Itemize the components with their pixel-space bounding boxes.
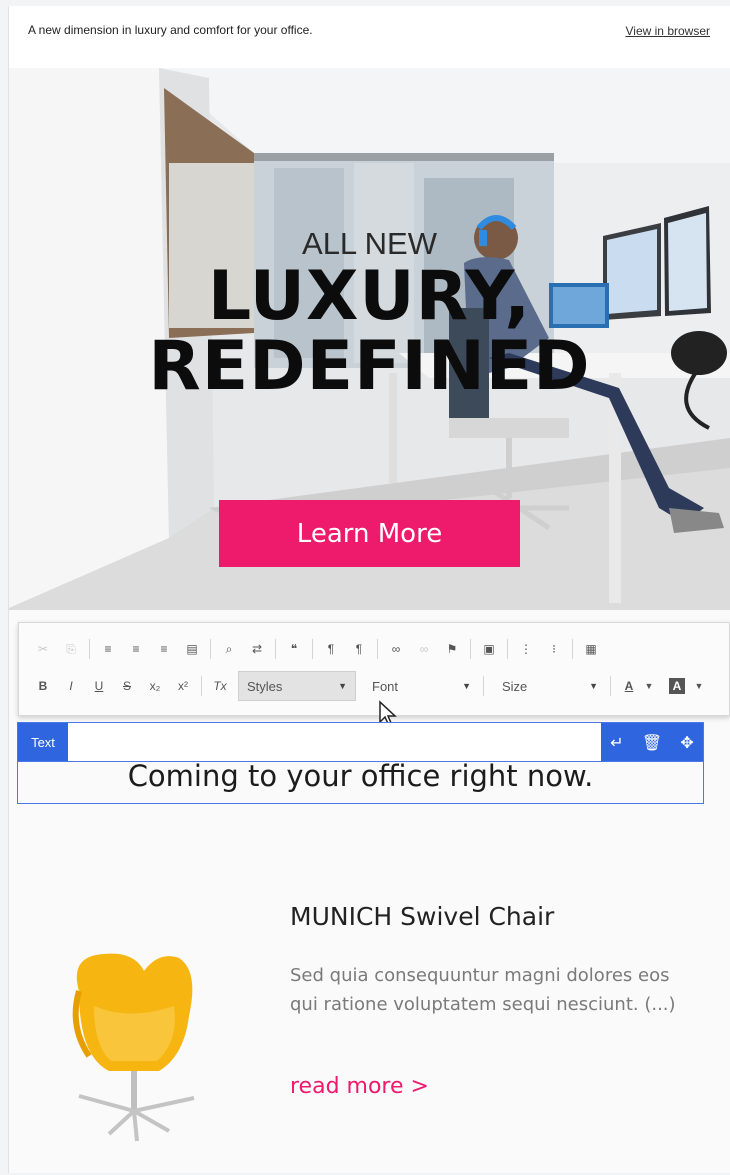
chevron-down-icon: ▼ bbox=[338, 681, 347, 691]
bulleted-list-icon[interactable]: ⁝ bbox=[540, 635, 568, 663]
subscript-button[interactable]: x₂ bbox=[141, 672, 169, 700]
toolbar-separator bbox=[470, 639, 471, 659]
rtl-icon[interactable]: ¶ bbox=[345, 635, 373, 663]
table-icon[interactable]: ▦ bbox=[577, 635, 605, 663]
product-title: MUNICH Swivel Chair bbox=[290, 902, 555, 931]
learn-more-button[interactable]: Learn More bbox=[219, 500, 520, 567]
text-block-actions: ↵ 🗑 ✥ bbox=[601, 723, 703, 761]
font-dropdown-label: Font bbox=[372, 678, 399, 694]
font-dropdown[interactable]: Font ▼ bbox=[364, 671, 479, 701]
toolbar-separator bbox=[210, 639, 211, 659]
preheader-tagline: A new dimension in luxury and comfort fo… bbox=[28, 23, 313, 37]
align-justify-icon[interactable]: ▤ bbox=[178, 635, 206, 663]
clear-format-button[interactable]: Tx bbox=[206, 672, 234, 700]
toolbar-separator bbox=[201, 676, 202, 696]
hero-banner[interactable]: ALL NEW LUXURY, REDEFINED Learn More bbox=[9, 68, 730, 610]
text-block[interactable]: Text ↵ 🗑 ✥ Coming to your office right n… bbox=[17, 722, 704, 804]
product-block[interactable]: MUNICH Swivel Chair Sed quia consequuntu… bbox=[9, 812, 730, 1173]
rich-text-toolbar: ✂ ⎘ ≡ ≡ ≡ ▤ ⌕ ⇄ ❝ ¶ ¶ ∞ ∞ ⚑ ▣ ⋮ ⁝ ▦ B I … bbox=[18, 622, 730, 716]
superscript-button[interactable]: x² bbox=[169, 672, 197, 700]
hero-headline-line1: LUXURY, bbox=[207, 257, 532, 336]
blockquote-icon[interactable]: ❝ bbox=[280, 635, 308, 663]
find-icon[interactable]: ⌕ bbox=[215, 635, 243, 663]
link-icon[interactable]: ∞ bbox=[382, 635, 410, 663]
background-color-button[interactable]: A bbox=[669, 678, 685, 694]
toolbar-separator bbox=[507, 639, 508, 659]
toolbar-separator bbox=[89, 639, 90, 659]
ltr-icon[interactable]: ¶ bbox=[317, 635, 345, 663]
hero-headline-line2: REDEFINED bbox=[148, 327, 591, 406]
toolbar-row-1: ✂ ⎘ ≡ ≡ ≡ ▤ ⌕ ⇄ ❝ ¶ ¶ ∞ ∞ ⚑ ▣ ⋮ ⁝ ▦ bbox=[29, 632, 605, 666]
unlink-icon[interactable]: ∞ bbox=[410, 635, 438, 663]
text-block-header: Text ↵ 🗑 ✥ bbox=[18, 723, 703, 762]
toolbar-separator bbox=[610, 676, 611, 696]
hero-headline: LUXURY, REDEFINED bbox=[9, 262, 730, 402]
styles-dropdown[interactable]: Styles ▼ bbox=[238, 671, 356, 701]
chevron-down-icon: ▼ bbox=[462, 681, 471, 691]
toolbar-separator bbox=[275, 639, 276, 659]
toolbar-separator bbox=[312, 639, 313, 659]
bold-button[interactable]: B bbox=[29, 672, 57, 700]
size-dropdown-label: Size bbox=[502, 678, 528, 694]
chevron-down-icon[interactable]: ▼ bbox=[635, 672, 663, 700]
toolbar-separator bbox=[483, 676, 484, 696]
view-in-browser-link[interactable]: View in browser bbox=[626, 24, 710, 38]
italic-button[interactable]: I bbox=[57, 672, 85, 700]
anchor-icon[interactable]: ⚑ bbox=[438, 635, 466, 663]
copy-icon[interactable]: ⎘ bbox=[57, 635, 85, 663]
styles-dropdown-label: Styles bbox=[247, 678, 283, 694]
trash-icon[interactable]: 🗑 bbox=[642, 733, 662, 752]
paste-from-word-icon[interactable]: ▣ bbox=[475, 635, 503, 663]
align-right-icon[interactable]: ≡ bbox=[150, 635, 178, 663]
underline-button[interactable]: U bbox=[85, 672, 113, 700]
text-block-content[interactable]: Coming to your office right now. bbox=[18, 759, 703, 793]
toolbar-separator bbox=[572, 639, 573, 659]
move-icon[interactable]: ✥ bbox=[680, 733, 693, 752]
strikethrough-button[interactable]: S bbox=[113, 672, 141, 700]
toolbar-row-2: B I U S x₂ x² Tx Styles ▼ Font ▼ Size ▼ … bbox=[29, 669, 713, 703]
product-description: Sed quia consequuntur magni dolores eos … bbox=[290, 965, 676, 1015]
text-block-badge: Text bbox=[18, 723, 68, 761]
chevron-down-icon: ▼ bbox=[589, 681, 598, 691]
cut-icon[interactable]: ✂ bbox=[29, 635, 57, 663]
align-center-icon[interactable]: ≡ bbox=[122, 635, 150, 663]
replace-icon[interactable]: ⇄ bbox=[243, 635, 271, 663]
return-icon[interactable]: ↵ bbox=[610, 733, 623, 752]
align-left-icon[interactable]: ≡ bbox=[94, 635, 122, 663]
read-more-link[interactable]: read more > bbox=[290, 1074, 429, 1099]
email-preview: A new dimension in luxury and comfort fo… bbox=[8, 6, 730, 1173]
toolbar-separator bbox=[377, 639, 378, 659]
chevron-down-icon[interactable]: ▼ bbox=[685, 672, 713, 700]
size-dropdown[interactable]: Size ▼ bbox=[494, 671, 606, 701]
preheader: A new dimension in luxury and comfort fo… bbox=[9, 6, 730, 68]
numbered-list-icon[interactable]: ⋮ bbox=[512, 635, 540, 663]
yellow-chair-image bbox=[72, 953, 195, 1142]
